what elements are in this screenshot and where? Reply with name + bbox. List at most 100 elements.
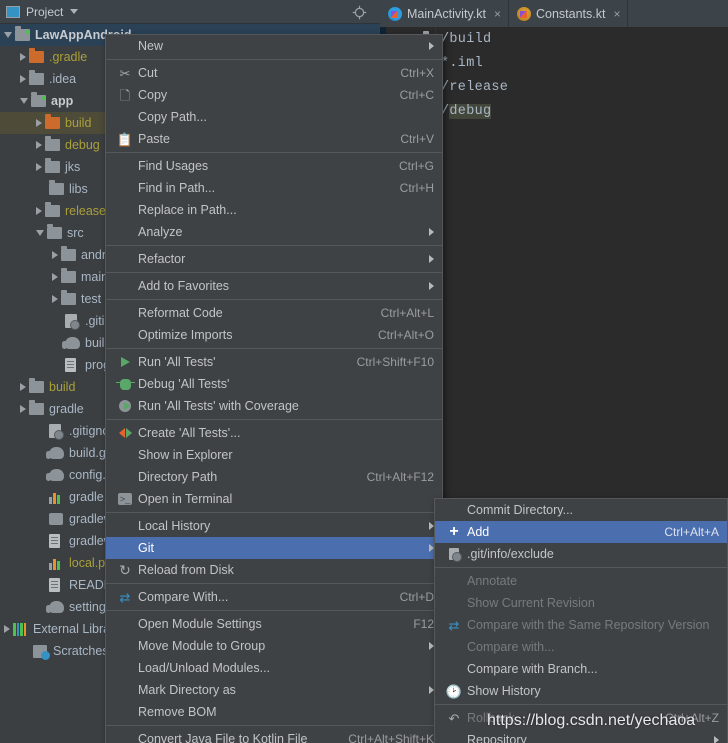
menu-item[interactable]: 🕑 Show History: [435, 680, 727, 702]
chevron-right-icon[interactable]: [20, 53, 26, 61]
gradle-file-icon: [62, 337, 80, 349]
line-text: /build: [441, 31, 492, 47]
menu-item[interactable]: ↻ Reload from Disk: [106, 559, 442, 581]
menu-item-shortcut: Ctrl+V: [400, 132, 434, 146]
menu-item[interactable]: Reformat Code Ctrl+Alt+L: [106, 302, 442, 324]
menu-separator: [106, 419, 442, 420]
project-toolwindow-header[interactable]: Project: [0, 0, 380, 24]
menu-item[interactable]: New: [106, 35, 442, 57]
context-menu[interactable]: New ✂ Cut Ctrl+X 🗋 Copy Ctrl+C Copy Path... 📋 Pas…: [105, 34, 443, 743]
menu-item[interactable]: Create 'All Tests'...: [106, 422, 442, 444]
menu-item-label: Show Current Revision: [467, 596, 595, 610]
menu-item[interactable]: Local History: [106, 515, 442, 537]
chevron-right-icon[interactable]: [36, 141, 42, 149]
chevron-right-icon[interactable]: [4, 625, 10, 633]
folder-orange-icon: [45, 114, 60, 129]
tree-node-label: build: [49, 380, 76, 394]
menu-item[interactable]: Load/Unload Modules...: [106, 657, 442, 679]
menu-item[interactable]: 📋 Paste Ctrl+V: [106, 128, 442, 150]
external-libs-icon: [13, 622, 27, 636]
menu-item[interactable]: Show in Explorer: [106, 444, 442, 466]
folder-icon: [61, 246, 76, 261]
scratches-icon: [33, 644, 50, 660]
menu-item[interactable]: Optimize Imports Ctrl+Alt+O: [106, 324, 442, 346]
menu-item-shortcut: Ctrl+Alt+L: [380, 306, 434, 320]
menu-item-label: Move Module to Group: [138, 639, 266, 653]
menu-item[interactable]: Find Usages Ctrl+G: [106, 155, 442, 177]
chevron-down-icon[interactable]: [20, 98, 28, 104]
menu-item[interactable]: Repository: [435, 729, 727, 743]
chevron-right-icon[interactable]: [52, 273, 58, 281]
menu-item[interactable]: Directory Path Ctrl+Alt+F12: [106, 466, 442, 488]
tree-node-label: jks: [65, 160, 81, 174]
chevron-right-icon[interactable]: [36, 119, 42, 127]
folder-icon: [47, 224, 62, 239]
chevron-right-icon[interactable]: [36, 163, 42, 171]
properties-file-icon: [49, 578, 60, 592]
menu-separator: [106, 348, 442, 349]
editor-tab[interactable]: Constants.kt ×: [509, 0, 629, 27]
menu-item[interactable]: Annotate: [435, 570, 727, 592]
menu-item[interactable]: Move Module to Group: [106, 635, 442, 657]
menu-item[interactable]: Replace in Path...: [106, 199, 442, 221]
menu-separator: [106, 725, 442, 726]
menu-item[interactable]: Mark Directory as: [106, 679, 442, 701]
chevron-down-icon[interactable]: [4, 32, 12, 38]
chevron-down-icon[interactable]: [36, 230, 44, 236]
menu-item-label: Cut: [138, 66, 158, 80]
menu-item[interactable]: Add to Favorites: [106, 275, 442, 297]
menu-item[interactable]: Debug 'All Tests': [106, 373, 442, 395]
git-submenu[interactable]: Commit Directory... + Add Ctrl+Alt+A .git/in…: [434, 498, 728, 743]
menu-item[interactable]: Refactor: [106, 248, 442, 270]
editor-tab[interactable]: MainActivity.kt ×: [380, 0, 509, 27]
module-folder-icon: [15, 26, 30, 41]
chevron-right-icon[interactable]: [36, 207, 42, 215]
menu-item-label: Run 'All Tests': [138, 355, 216, 369]
menu-item[interactable]: Compare with Branch...: [435, 658, 727, 680]
menu-item[interactable]: ⇄ Compare With... Ctrl+D: [106, 586, 442, 608]
menu-item[interactable]: Run 'All Tests' with Coverage: [106, 395, 442, 417]
menu-separator: [106, 152, 442, 153]
menu-item[interactable]: ✂ Cut Ctrl+X: [106, 62, 442, 84]
menu-item-label: Run 'All Tests' with Coverage: [138, 399, 299, 413]
chevron-right-icon: [429, 42, 434, 50]
menu-item[interactable]: Open Module Settings F12: [106, 613, 442, 635]
menu-item[interactable]: Compare with...: [435, 636, 727, 658]
folder-icon: [29, 378, 44, 393]
locate-icon[interactable]: [352, 5, 367, 20]
chevron-right-icon[interactable]: [20, 75, 26, 83]
menu-item[interactable]: Convert Java File to Kotlin File Ctrl+Alt…: [106, 728, 442, 743]
menu-item[interactable]: Show Current Revision: [435, 592, 727, 614]
menu-separator: [106, 610, 442, 611]
folder-icon: [45, 136, 60, 151]
menu-item[interactable]: Run 'All Tests' Ctrl+Shift+F10: [106, 351, 442, 373]
menu-item[interactable]: + Add Ctrl+Alt+A: [435, 521, 727, 543]
paste-icon: 📋: [116, 131, 134, 147]
chevron-right-icon: [429, 228, 434, 236]
menu-item[interactable]: ⇄ Compare with the Same Repository Versio…: [435, 614, 727, 636]
menu-item[interactable]: Commit Directory...: [435, 499, 727, 521]
menu-item[interactable]: Copy Path...: [106, 106, 442, 128]
menu-item-label: Commit Directory...: [467, 503, 574, 517]
menu-item[interactable]: 🗋 Copy Ctrl+C: [106, 84, 442, 106]
kotlin-class-icon: [516, 6, 531, 21]
menu-item[interactable]: Git: [106, 537, 442, 559]
menu-item[interactable]: Remove BOM: [106, 701, 442, 723]
kotlin-file-icon: [388, 6, 402, 21]
chevron-right-icon[interactable]: [20, 383, 26, 391]
chevron-right-icon[interactable]: [52, 295, 58, 303]
close-icon[interactable]: ×: [613, 7, 620, 21]
chevron-right-icon[interactable]: [20, 405, 26, 413]
menu-item[interactable]: Analyze: [106, 221, 442, 243]
menu-item[interactable]: Find in Path... Ctrl+H: [106, 177, 442, 199]
run-icon: [120, 357, 130, 367]
chevron-down-icon[interactable]: [70, 9, 79, 14]
folder-icon: [29, 400, 44, 415]
menu-item-label: Copy: [138, 88, 168, 102]
close-icon[interactable]: ×: [494, 7, 501, 21]
chevron-right-icon[interactable]: [52, 251, 58, 259]
menu-item-label: Replace in Path...: [138, 203, 237, 217]
menu-item[interactable]: >_ Open in Terminal: [106, 488, 442, 510]
project-icon: [6, 5, 20, 18]
menu-item[interactable]: .git/info/exclude: [435, 543, 727, 565]
